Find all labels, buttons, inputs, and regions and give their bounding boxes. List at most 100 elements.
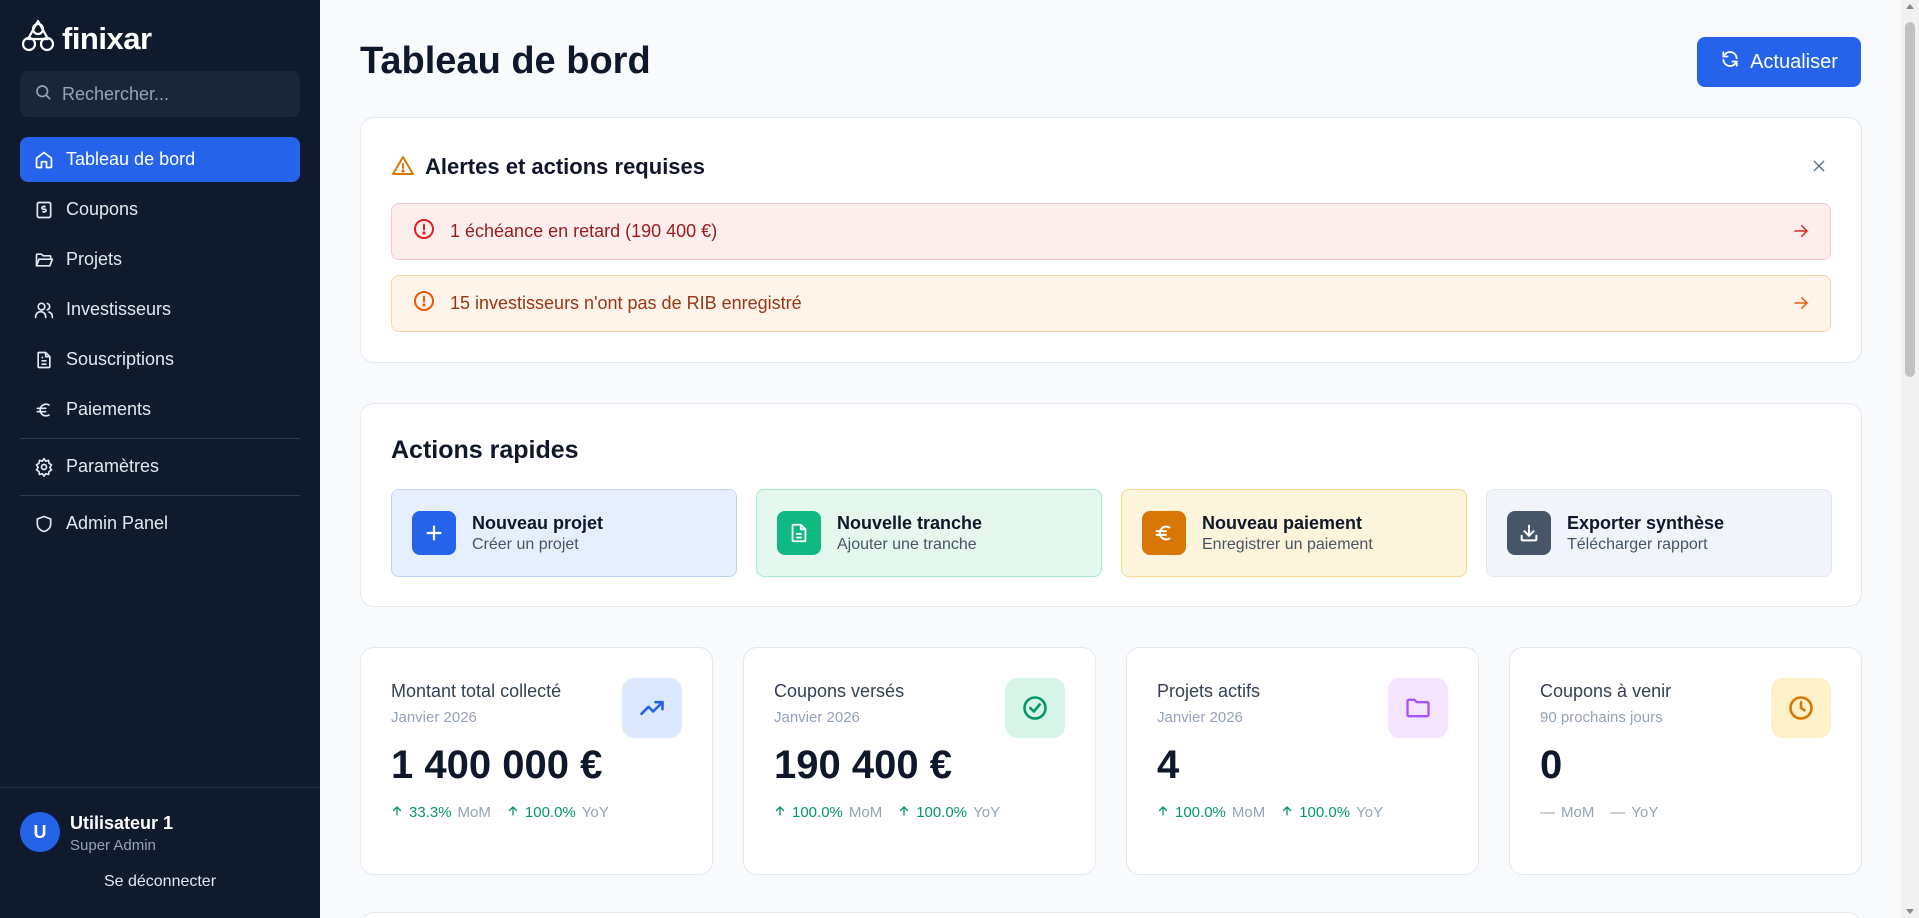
arrow-right-icon xyxy=(1792,222,1810,245)
new-tranche-button[interactable]: Nouvelle tranche Ajouter une tranche xyxy=(756,489,1102,577)
sidebar-item-dashboard[interactable]: Tableau de bord xyxy=(20,137,300,182)
stat-period: Janvier 2026 xyxy=(774,709,860,726)
folder-open-icon xyxy=(34,250,54,270)
quick-action-subtitle: Télécharger rapport xyxy=(1567,535,1708,553)
finixar-logo-icon xyxy=(20,18,56,59)
stat-card-total-collected: Montant total collecté Janvier 2026 1 40… xyxy=(360,647,713,875)
sidebar-nav: Tableau de bord Coupons Projets Investis… xyxy=(20,137,300,551)
quick-action-subtitle: Créer un projet xyxy=(472,535,579,553)
stat-period: Janvier 2026 xyxy=(1157,709,1243,726)
alerts-card: Alertes et actions requises 1 échéance e… xyxy=(360,117,1862,363)
stat-trends: 100.0% MoM 100.0% YoY xyxy=(774,804,1000,821)
trend-mom: 33.3% MoM xyxy=(391,804,491,821)
stat-trends: 33.3% MoM 100.0% YoY xyxy=(391,804,609,821)
gear-icon xyxy=(34,457,54,477)
sidebar-item-label: Investisseurs xyxy=(66,299,172,319)
sidebar-item-coupons[interactable]: Coupons xyxy=(20,187,300,232)
trend-label: MoM xyxy=(848,804,883,821)
stat-label: Montant total collecté xyxy=(391,681,562,701)
stat-value: 0 xyxy=(1540,743,1563,787)
sidebar-item-label: Souscriptions xyxy=(66,349,175,369)
euro-icon xyxy=(34,400,54,420)
nav-divider xyxy=(20,438,300,439)
alert-circle-icon xyxy=(412,217,436,246)
nav-divider xyxy=(20,495,300,496)
scroll-down-icon[interactable] xyxy=(1906,909,1914,914)
arrow-up-icon xyxy=(1157,804,1169,821)
refresh-label: Actualiser xyxy=(1750,50,1838,73)
logout-link[interactable]: Se déconnecter xyxy=(0,873,320,891)
trend-yoy: 100.0% YoY xyxy=(1281,804,1383,821)
quick-action-title: Exporter synthèse xyxy=(1567,512,1725,533)
trend-label: YoY xyxy=(1631,804,1659,821)
document-icon xyxy=(34,350,54,370)
stat-trends: — MoM — YoY xyxy=(1540,804,1658,821)
arrow-up-icon xyxy=(391,804,403,821)
user-role: Super Admin xyxy=(70,837,156,854)
page-scrollbar[interactable] xyxy=(1901,0,1919,918)
app-logo[interactable]: finixar xyxy=(20,18,152,59)
sidebar-item-settings[interactable]: Paramètres xyxy=(20,444,300,489)
stat-value: 190 400 € xyxy=(774,743,952,787)
quick-action-title: Nouveau paiement xyxy=(1202,512,1363,533)
search-box[interactable] xyxy=(20,71,300,117)
alert-text: 1 échéance en retard (190 400 €) xyxy=(450,221,718,241)
stat-value: 4 xyxy=(1157,743,1180,787)
check-circle-icon xyxy=(1005,678,1065,738)
shield-icon xyxy=(34,514,54,534)
trend-value: — xyxy=(1610,804,1626,821)
trend-value: 100.0% xyxy=(916,804,968,821)
stat-label: Projets actifs xyxy=(1157,681,1261,701)
next-section-card xyxy=(360,912,1862,918)
main-content: Tableau de bord Actualiser Alertes et ac… xyxy=(320,0,1900,918)
alerts-title: Alertes et actions requises xyxy=(425,154,706,179)
arrow-up-icon xyxy=(898,804,910,821)
sidebar-item-label: Projets xyxy=(66,249,123,269)
sidebar-item-payments[interactable]: Paiements xyxy=(20,387,300,432)
trend-label: YoY xyxy=(1356,804,1384,821)
close-icon[interactable] xyxy=(1807,154,1831,178)
folder-icon xyxy=(1388,678,1448,738)
trend-value: 33.3% xyxy=(409,804,452,821)
scroll-up-icon[interactable] xyxy=(1906,4,1914,9)
trend-label: MoM xyxy=(1231,804,1266,821)
arrow-right-icon xyxy=(1792,294,1810,317)
trend-value: 100.0% xyxy=(1299,804,1351,821)
sidebar-item-label: Admin Panel xyxy=(66,513,169,533)
new-project-button[interactable]: Nouveau projet Créer un projet xyxy=(391,489,737,577)
alert-text: 15 investisseurs n'ont pas de RIB enregi… xyxy=(450,293,802,313)
arrow-up-icon xyxy=(1281,804,1293,821)
trend-yoy: — YoY xyxy=(1610,804,1658,821)
new-payment-button[interactable]: Nouveau paiement Enregistrer un paiement xyxy=(1121,489,1467,577)
arrow-up-icon xyxy=(507,804,519,821)
user-panel: U Utilisateur 1 Super Admin Se déconnect… xyxy=(0,787,320,918)
search-icon xyxy=(34,83,52,106)
sidebar-item-investors[interactable]: Investisseurs xyxy=(20,287,300,332)
stat-period: Janvier 2026 xyxy=(391,709,477,726)
avatar[interactable]: U xyxy=(20,812,60,852)
quick-action-subtitle: Enregistrer un paiement xyxy=(1202,535,1373,553)
euro-icon xyxy=(1142,511,1186,555)
sidebar-item-label: Tableau de bord xyxy=(66,149,196,169)
quick-action-title: Nouvelle tranche xyxy=(837,512,983,533)
app-name: finixar xyxy=(62,20,152,56)
sidebar-item-projects[interactable]: Projets xyxy=(20,237,300,282)
alert-overdue[interactable]: 1 échéance en retard (190 400 €) xyxy=(391,203,1831,260)
sidebar-item-label: Paiements xyxy=(66,399,152,419)
receipt-icon xyxy=(34,200,54,220)
trend-yoy: 100.0% YoY xyxy=(898,804,1000,821)
trending-up-icon xyxy=(622,678,682,738)
sidebar-item-admin-panel[interactable]: Admin Panel xyxy=(20,501,300,546)
scroll-thumb[interactable] xyxy=(1905,22,1915,377)
stat-value: 1 400 000 € xyxy=(391,743,603,787)
refresh-button[interactable]: Actualiser xyxy=(1697,37,1861,87)
stat-card-upcoming-coupons: Coupons à venir 90 prochains jours 0 — M… xyxy=(1509,647,1862,875)
alert-missing-rib[interactable]: 15 investisseurs n'ont pas de RIB enregi… xyxy=(391,275,1831,332)
warning-icon xyxy=(391,154,415,183)
search-input[interactable] xyxy=(62,83,282,105)
home-icon xyxy=(34,150,54,170)
page-title: Tableau de bord xyxy=(360,40,651,82)
trend-value: 100.0% xyxy=(1175,804,1226,821)
sidebar-item-subscriptions[interactable]: Souscriptions xyxy=(20,337,300,382)
export-summary-button[interactable]: Exporter synthèse Télécharger rapport xyxy=(1486,489,1832,577)
